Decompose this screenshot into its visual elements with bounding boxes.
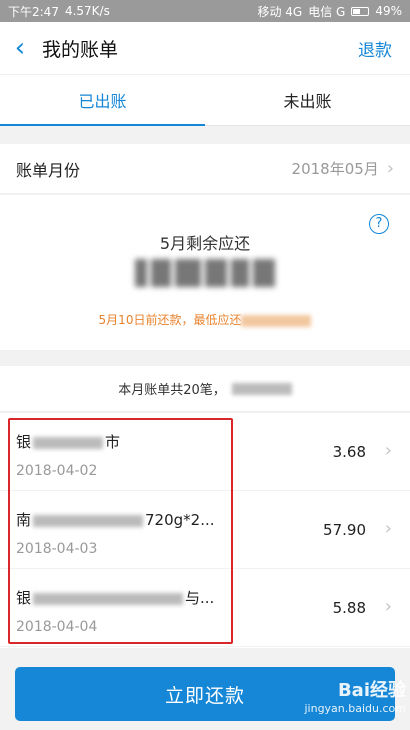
merchant-redacted xyxy=(33,514,144,527)
bill-amount: 3.68 xyxy=(332,443,366,461)
back-button[interactable]: ‹ xyxy=(0,22,40,74)
bill-date: 2018-04-02 xyxy=(16,463,98,479)
bill-month-label: 账单月份 xyxy=(16,160,81,180)
battery-percent: 49% xyxy=(375,4,402,18)
bill-merchant-suffix: 与... xyxy=(185,589,215,607)
due-note-prefix: 5月10日前还款，最低应还 xyxy=(98,313,242,327)
bill-merchant: 银市 xyxy=(16,431,120,452)
merchant-redacted xyxy=(33,592,184,605)
signal-carrier2: 电信 G xyxy=(308,4,346,19)
bill-count-text: 本月账单共20笔， xyxy=(118,383,226,398)
refund-link[interactable]: 退款 xyxy=(358,36,392,61)
status-bar: 下午2:47 4.57K/s 移动 4G 电信 G 49% xyxy=(0,0,410,22)
battery-icon xyxy=(351,6,370,16)
signal-carrier1: 移动 4G xyxy=(257,4,303,19)
bill-month-value: 2018年05月 xyxy=(291,160,379,178)
bill-amount: 5.88 xyxy=(332,599,366,617)
chevron-right-icon: › xyxy=(384,596,392,617)
bill-merchant-prefix: 南 xyxy=(16,511,32,529)
merchant-redacted xyxy=(33,436,104,449)
chevron-right-icon: › xyxy=(384,518,392,539)
bill-date: 2018-04-04 xyxy=(16,619,98,635)
watermark-url: jingyan.baidu.com xyxy=(304,702,406,715)
list-item[interactable]: 银 与... 2018-04-04 5.88 › xyxy=(0,569,410,647)
bill-list: 银市 2018-04-02 3.68 › 南 720g*2... 2018-04-… xyxy=(0,413,410,648)
bill-summary: ? 5月剩余应还 5月10日前还款，最低应还 xyxy=(0,195,410,350)
top-navbar: ‹ 我的账单 退款 xyxy=(0,22,410,74)
bill-merchant: 银 与... xyxy=(16,587,214,608)
status-time: 下午2:47 xyxy=(8,4,59,19)
bill-merchant-suffix: 市 xyxy=(105,433,121,451)
network-speed: 4.57K/s xyxy=(64,4,110,18)
tab-unbilled[interactable]: 未出账 xyxy=(205,75,410,125)
bill-tabs: 已出账 未出账 xyxy=(0,74,410,126)
bill-count-header: 本月账单共20笔， xyxy=(0,366,410,412)
bill-amount: 57.90 xyxy=(323,521,366,539)
bill-merchant-prefix: 银 xyxy=(16,433,32,451)
bill-merchant: 南 720g*2... xyxy=(16,509,215,530)
due-amount-redacted xyxy=(241,314,312,327)
bill-date: 2018-04-03 xyxy=(16,541,98,557)
bill-total-redacted xyxy=(231,382,292,395)
list-item[interactable]: 银市 2018-04-02 3.68 › xyxy=(0,413,410,491)
list-item[interactable]: 南 720g*2... 2018-04-03 57.90 › xyxy=(0,491,410,569)
remaining-title: 5月剩余应还 xyxy=(159,234,251,253)
due-note: 5月10日前还款，最低应还 xyxy=(0,311,410,328)
bill-month-row[interactable]: 账单月份 2018年05月 › xyxy=(0,144,410,194)
remaining-amount-redacted xyxy=(130,253,280,293)
tab-billed[interactable]: 已出账 xyxy=(0,75,205,126)
chevron-right-icon: › xyxy=(384,440,392,461)
chevron-left-icon: ‹ xyxy=(14,33,26,63)
bill-merchant-prefix: 银 xyxy=(16,589,32,607)
watermark-brand: Bai经验 xyxy=(337,680,406,701)
page-title: 我的账单 xyxy=(42,38,119,61)
watermark: Bai经验 jingyan.baidu.com xyxy=(286,676,406,716)
chevron-right-icon: › xyxy=(386,158,394,179)
bill-merchant-suffix: 720g*2... xyxy=(145,511,215,529)
